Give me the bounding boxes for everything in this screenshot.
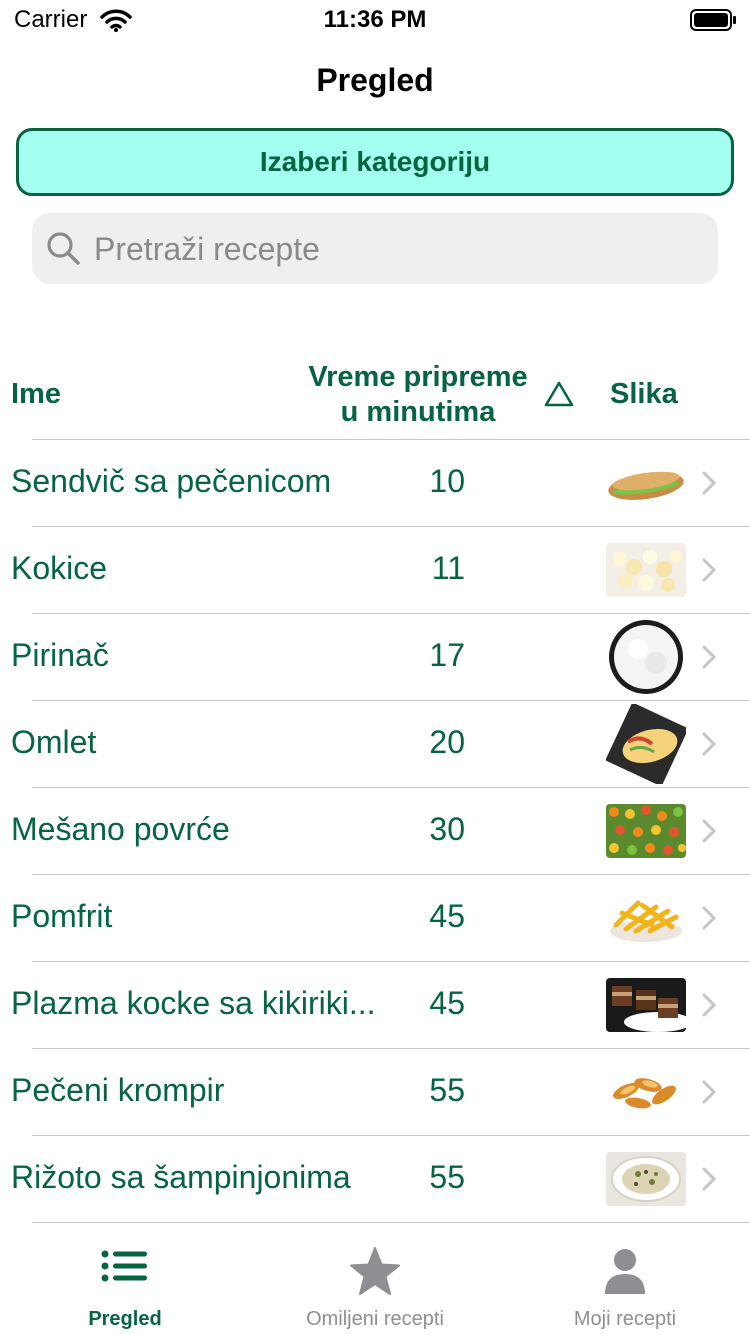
chevron-right-icon (702, 1167, 716, 1196)
table-row[interactable]: Pirinač 17 (0, 613, 750, 700)
tab-bar: Pregled Omiljeni recepti Moji recepti (0, 1234, 750, 1334)
row-divider (32, 874, 750, 875)
choose-category-button[interactable]: Izaberi kategoriju (16, 128, 734, 196)
tab-overview[interactable]: Pregled (0, 1234, 250, 1334)
recipe-name: Pirinač (11, 637, 109, 673)
recipe-time: 10 (429, 463, 465, 499)
column-header-time-line1: Vreme pripreme (308, 361, 528, 393)
chevron-right-icon (702, 732, 716, 761)
row-divider (32, 700, 750, 701)
search-bar[interactable] (32, 213, 718, 286)
row-divider (32, 787, 750, 788)
page-title: Pregled (316, 62, 434, 98)
chevron-right-icon (702, 1080, 716, 1109)
table-row[interactable]: Pomfrit 45 (0, 874, 750, 961)
recipe-time: 55 (429, 1159, 465, 1195)
chevron-right-icon (702, 471, 716, 500)
tab-label: Moji recepti (573, 1308, 677, 1330)
recipe-thumbnail-fries (606, 891, 686, 945)
table-row[interactable]: Kokice 11 (0, 526, 750, 613)
recipe-name: Pomfrit (11, 898, 113, 934)
star-icon (250, 1246, 500, 1298)
search-icon (46, 231, 82, 272)
table-row[interactable]: Mešano povrće 30 (0, 787, 750, 874)
recipe-thumbnail-mixed-vegetables (606, 804, 686, 858)
battery-icon (690, 8, 738, 37)
list-icon (0, 1246, 250, 1286)
column-header-image: Slika (610, 378, 678, 410)
recipe-thumbnail-omelette (606, 704, 686, 784)
recipe-name: Kokice (11, 550, 108, 586)
row-divider (32, 961, 750, 962)
recipe-name: Sendvič sa pečenicom (11, 463, 332, 499)
recipe-thumbnail-cake-cubes (606, 978, 686, 1032)
tab-favorites[interactable]: Omiljeni recepti (250, 1234, 500, 1334)
recipe-time: 55 (429, 1072, 465, 1108)
recipe-list: Sendvič sa pečenicom 10 Kokice 11 Pirina… (0, 439, 750, 1232)
search-input[interactable] (92, 213, 706, 286)
table-row[interactable]: Rižoto sa šampinjonima 55 (0, 1135, 750, 1222)
chevron-right-icon (702, 906, 716, 935)
recipe-thumbnail-roasted-potatoes (606, 1065, 686, 1119)
table-row[interactable]: Plazma kocke sa kikiriki... 45 (0, 961, 750, 1048)
recipe-thumbnail-sandwich (606, 456, 686, 510)
person-icon (500, 1246, 750, 1296)
row-divider (32, 1048, 750, 1049)
row-divider (32, 439, 750, 440)
status-bar: Carrier 11:36 PM (0, 0, 750, 44)
table-row[interactable]: Pečeni krompir 55 (0, 1048, 750, 1135)
table-row-partial (0, 1222, 750, 1232)
recipe-time: 20 (429, 724, 465, 760)
recipe-time: 45 (429, 985, 465, 1021)
table-header: Ime Vreme pripreme u minutima Slika (0, 350, 750, 440)
sort-ascending-icon[interactable] (544, 380, 574, 413)
column-header-time[interactable]: Vreme pripreme u minutima (290, 360, 546, 430)
recipe-name: Rižoto sa šampinjonima (11, 1159, 351, 1195)
row-divider (32, 1135, 750, 1136)
column-header-name[interactable]: Ime (11, 378, 61, 411)
tab-label: Pregled (88, 1308, 162, 1330)
recipe-time: 11 (431, 550, 465, 586)
recipe-name: Plazma kocke sa kikiriki... (11, 985, 376, 1021)
recipe-thumbnail-risotto (606, 1152, 686, 1206)
chevron-right-icon (702, 558, 716, 587)
recipe-time: 45 (429, 898, 465, 934)
row-divider (32, 613, 750, 614)
recipe-thumbnail-popcorn (606, 543, 686, 597)
row-divider (32, 526, 750, 527)
clock: 11:36 PM (323, 6, 427, 33)
recipe-name: Omlet (11, 724, 97, 760)
tab-label: Omiljeni recepti (306, 1308, 444, 1330)
tab-my-recipes[interactable]: Moji recepti (500, 1234, 750, 1334)
recipe-time: 30 (429, 811, 465, 847)
chevron-right-icon (702, 645, 716, 674)
recipe-thumbnail-rice (606, 619, 686, 695)
chevron-right-icon (702, 993, 716, 1022)
recipe-time: 17 (429, 637, 465, 673)
recipe-name: Mešano povrće (11, 811, 230, 847)
column-header-time-line2: u minutima (340, 396, 496, 428)
chevron-right-icon (702, 819, 716, 848)
row-divider (32, 1222, 750, 1223)
recipe-name: Pečeni krompir (11, 1072, 225, 1108)
table-row[interactable]: Omlet 20 (0, 700, 750, 787)
table-row[interactable]: Sendvič sa pečenicom 10 (0, 439, 750, 526)
